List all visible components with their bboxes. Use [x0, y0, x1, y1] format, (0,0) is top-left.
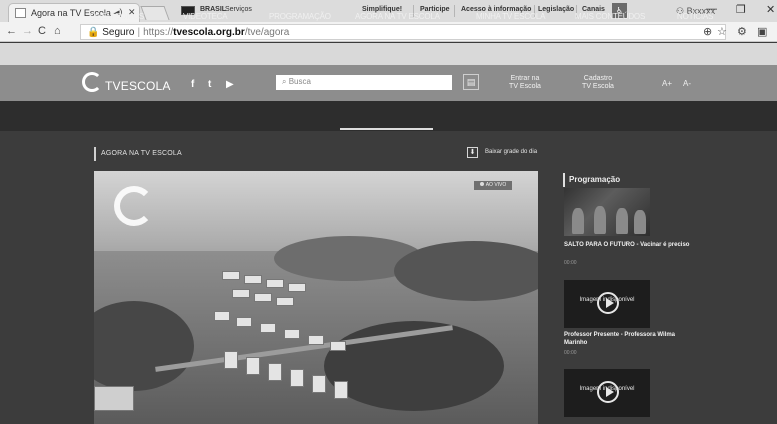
- address-toolbar: ← → C ⌂ 🔒 Seguro | https://tvescola.org.br…: [0, 22, 777, 42]
- reload-icon[interactable]: C: [38, 25, 46, 37]
- building: [308, 335, 324, 345]
- unavailable-image-label: Imagem indisponível: [579, 386, 635, 392]
- program-title[interactable]: SALTO PARA O FUTURO - Vacinar é preciso: [564, 241, 694, 249]
- program-thumbnail[interactable]: [564, 188, 650, 236]
- url-host: tvescola.org.br: [173, 27, 245, 38]
- program-title[interactable]: Professor Presente - Professora Wilma Ma…: [564, 331, 694, 347]
- sidebar-title: Programação: [569, 175, 621, 184]
- youtube-icon[interactable]: ▶: [226, 79, 234, 90]
- window-close-icon[interactable]: ✕: [766, 3, 775, 16]
- building: [222, 271, 240, 280]
- live-dot-icon: [479, 182, 484, 186]
- gov-servicos-link[interactable]: Serviços: [225, 6, 252, 13]
- extension-icon-2[interactable]: ▣: [757, 25, 767, 38]
- home-icon[interactable]: ⌂: [54, 25, 61, 37]
- tvescola-logo-icon[interactable]: [82, 72, 102, 92]
- building: [94, 386, 134, 411]
- register-link[interactable]: Cadastro TV Escola: [573, 75, 623, 91]
- zoom-icon[interactable]: ⊕: [703, 25, 712, 38]
- page-title: AGORA NA TV ESCOLA: [101, 150, 182, 157]
- building: [288, 283, 306, 292]
- nav-programacao[interactable]: PROGRAMAÇÃO: [269, 12, 331, 21]
- forward-icon[interactable]: →: [22, 25, 33, 37]
- program-thumbnail[interactable]: Imagem indisponível: [564, 369, 650, 417]
- nav-quem-somos[interactable]: QUEM SOMOS: [90, 12, 144, 21]
- person: [572, 208, 584, 234]
- new-tab-button[interactable]: [140, 6, 170, 20]
- brand-name[interactable]: TVESCOLA: [105, 79, 171, 93]
- search-icon: ⌕: [282, 77, 287, 86]
- person: [634, 210, 646, 234]
- play-icon: [597, 381, 619, 403]
- nav-noticias[interactable]: NOTÍCIAS: [677, 12, 713, 21]
- nav-active-indicator: [340, 128, 433, 130]
- login-icon[interactable]: ▤: [463, 74, 479, 90]
- building: [276, 297, 294, 306]
- video-player[interactable]: AO VIVO: [94, 171, 538, 424]
- lock-icon: 🔒: [87, 27, 100, 38]
- secure-label: Seguro: [102, 27, 135, 38]
- person: [594, 206, 606, 234]
- program-thumbnail[interactable]: Imagem indisponível: [564, 280, 650, 328]
- download-schedule-link[interactable]: Baixar grade do dia: [485, 149, 537, 155]
- unavailable-image-label: Imagem indisponível: [579, 297, 635, 303]
- nav-videoteca[interactable]: VIDEOTECA: [183, 12, 228, 21]
- building: [246, 357, 260, 375]
- main-nav: [0, 101, 777, 131]
- gov-bar: [0, 43, 777, 65]
- live-label: AO VIVO: [485, 182, 507, 188]
- building: [330, 341, 346, 351]
- search-input[interactable]: ⌕ Busca: [276, 75, 452, 90]
- live-badge: AO VIVO: [474, 181, 512, 190]
- building: [244, 275, 262, 284]
- font-increase-button[interactable]: A+: [662, 79, 672, 88]
- nav-minha-tv[interactable]: MINHA TV ESCOLA: [476, 12, 546, 21]
- person: [616, 208, 628, 234]
- restore-icon[interactable]: ❐: [736, 3, 746, 16]
- favicon-icon: [15, 8, 26, 18]
- divider: [454, 5, 455, 17]
- back-icon[interactable]: ←: [6, 25, 17, 37]
- url-path: /tve/agora: [244, 27, 290, 38]
- program-time: 00:00: [564, 350, 577, 356]
- building: [214, 311, 230, 321]
- twitter-icon[interactable]: t: [208, 79, 211, 90]
- tvescola-watermark-icon: [114, 186, 154, 226]
- download-icon[interactable]: ⬇: [467, 147, 478, 158]
- nav-mais-conteudos[interactable]: MAIS CONTEÚDOS: [575, 12, 645, 21]
- url-input[interactable]: 🔒 Seguro | https://tvescola.org.br/tve/ago…: [80, 24, 726, 40]
- building: [224, 351, 238, 369]
- url-prefix: https://: [143, 27, 174, 38]
- building: [266, 279, 284, 288]
- nav-agora[interactable]: AGORA NA TV ESCOLA: [355, 12, 440, 21]
- title-accent: [94, 147, 96, 161]
- facebook-icon[interactable]: f: [191, 79, 194, 90]
- building: [232, 289, 250, 298]
- login-link[interactable]: Entrar na TV Escola: [500, 75, 550, 91]
- building: [334, 381, 348, 399]
- extension-icon[interactable]: ⚙: [737, 25, 747, 38]
- building: [268, 363, 282, 381]
- building: [254, 293, 272, 302]
- building: [236, 317, 252, 327]
- search-placeholder: Busca: [288, 77, 311, 86]
- building: [260, 323, 276, 333]
- font-decrease-button[interactable]: A-: [683, 79, 691, 88]
- building: [312, 375, 326, 393]
- sidebar-accent: [563, 173, 565, 187]
- program-time: 00:00: [564, 260, 577, 266]
- building: [284, 329, 300, 339]
- bookmark-star-icon[interactable]: ☆: [717, 25, 727, 38]
- play-icon: [597, 292, 619, 314]
- building: [290, 369, 304, 387]
